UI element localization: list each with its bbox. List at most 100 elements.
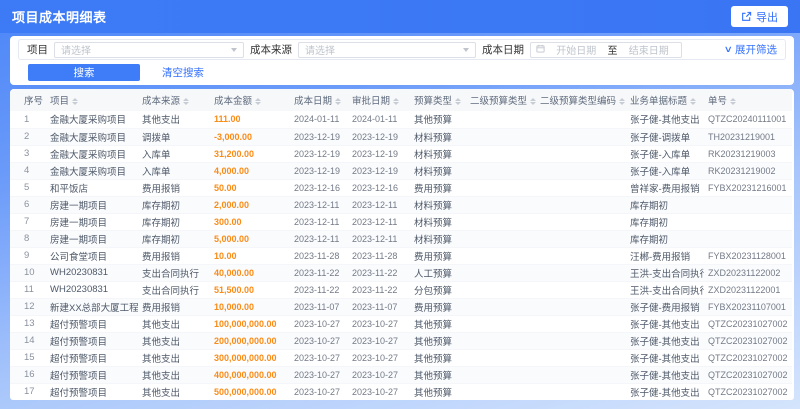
cell-source: 其他支出 (138, 366, 210, 384)
expand-filters-link[interactable]: ∨ 展开筛选 (724, 42, 777, 57)
column-label: 项目 (50, 96, 70, 107)
cell-budget_type: 分包预算 (410, 281, 466, 299)
column-header-sub_budget_type[interactable]: 二级预算类型 (466, 89, 536, 111)
cell-project: 超付预警项目 (46, 349, 138, 367)
cell-doc_no (704, 230, 792, 248)
column-header-source[interactable]: 成本来源 (138, 89, 210, 111)
export-label: 导出 (756, 11, 778, 24)
cell-doc_no: QTZC20231027002 (704, 383, 792, 400)
sort-icon[interactable] (335, 97, 342, 106)
cost-table: 序号 项目 成本来源 成本金额 成本日期 审批日期 预算类型 二级预算类型 二级预算类型编码 业务… (10, 89, 792, 400)
cell-doc_no: QTZC20231027002 (704, 349, 792, 367)
clear-search-button[interactable]: 清空搜索 (162, 65, 204, 80)
table-header-row: 序号 项目 成本来源 成本金额 成本日期 审批日期 预算类型 二级预算类型 二级预算类型编码 业务… (10, 89, 792, 111)
start-date-input[interactable]: 开始日期 (549, 42, 604, 57)
cell-seq: 8 (10, 230, 46, 248)
sort-icon[interactable] (530, 97, 536, 106)
cell-seq: 2 (10, 128, 46, 146)
sort-icon[interactable] (730, 97, 737, 106)
cell-budget_type: 其他预算 (410, 315, 466, 333)
cell-sub_budget_code (536, 281, 626, 299)
cell-budget_type: 材料预算 (410, 162, 466, 180)
cell-budget_type: 费用预算 (410, 298, 466, 316)
cost-source-select[interactable]: 请选择 (298, 41, 476, 58)
cell-doc_no: QTZC20231027002 (704, 315, 792, 333)
cell-budget_type: 其他预算 (410, 366, 466, 384)
sort-icon[interactable] (455, 97, 462, 106)
cell-doc_no (704, 196, 792, 214)
cell-doc_title: 张子健-入库单 (626, 145, 704, 163)
cell-doc_title: 张子健-调拨单 (626, 128, 704, 146)
cell-amount: 4,000.00 (210, 162, 290, 180)
column-header-cost_date[interactable]: 成本日期 (290, 89, 348, 111)
column-header-budget_type[interactable]: 预算类型 (410, 89, 466, 111)
cell-source: 费用报销 (138, 247, 210, 265)
cell-sub_budget_code (536, 264, 626, 282)
calendar-icon (536, 44, 545, 56)
cell-approval_date: 2023-11-22 (348, 264, 410, 282)
cell-project: 和平饭店 (46, 179, 138, 197)
cell-doc_title: 张子健-其他支出 (626, 349, 704, 367)
project-select[interactable]: 请选择 (54, 41, 244, 58)
cell-cost_date: 2024-01-11 (290, 111, 348, 129)
cell-source: 支出合同执行 (138, 281, 210, 299)
cell-sub_budget_type (466, 247, 536, 265)
cell-source: 其他支出 (138, 349, 210, 367)
search-button[interactable]: 搜索 (28, 64, 140, 81)
date-separator: 至 (607, 46, 618, 57)
column-label: 序号 (24, 96, 44, 107)
column-header-approval_date[interactable]: 审批日期 (348, 89, 410, 111)
column-label: 二级预算类型编码 (540, 96, 617, 107)
sort-icon[interactable] (255, 97, 262, 106)
table-row: 7 房建一期项目 库存期初 300.00 2023-12-11 2023-12-11 材料预… (10, 213, 792, 231)
export-button[interactable]: 导出 (731, 6, 788, 27)
cell-doc_no: ZXD20231122002 (704, 264, 792, 282)
cell-doc_no: QTZC20240111001 (704, 111, 792, 129)
sort-icon[interactable] (619, 97, 626, 106)
cell-budget_type: 材料预算 (410, 145, 466, 163)
table-row: 17 超付预警项目 其他支出 500,000,000.00 2023-10-27 2023… (10, 383, 792, 400)
cell-approval_date: 2023-12-11 (348, 213, 410, 231)
cell-seq: 5 (10, 179, 46, 197)
column-header-amount[interactable]: 成本金额 (210, 89, 290, 111)
column-header-seq: 序号 (10, 89, 46, 111)
cell-source: 支出合同执行 (138, 264, 210, 282)
end-date-input[interactable]: 结束日期 (622, 42, 677, 57)
cell-doc_no: TH20231219001 (704, 128, 792, 146)
cell-sub_budget_code (536, 298, 626, 316)
cell-cost_date: 2023-11-28 (290, 247, 348, 265)
cell-approval_date: 2023-12-11 (348, 230, 410, 248)
cell-cost_date: 2023-12-11 (290, 196, 348, 214)
cell-cost_date: 2023-11-07 (290, 298, 348, 316)
cell-project: 金融大厦采购项目 (46, 128, 138, 146)
column-header-project[interactable]: 项目 (46, 89, 138, 111)
cell-approval_date: 2023-12-19 (348, 145, 410, 163)
cell-doc_no: ZXD20231122001 (704, 281, 792, 299)
cell-amount: 100,000,000.00 (210, 315, 290, 333)
cell-approval_date: 2023-11-28 (348, 247, 410, 265)
cell-sub_budget_type (466, 298, 536, 316)
column-header-doc_title[interactable]: 业务单据标题 (626, 89, 704, 111)
column-header-sub_budget_code[interactable]: 二级预算类型编码 (536, 89, 626, 111)
cell-source: 库存期初 (138, 230, 210, 248)
cell-sub_budget_type (466, 179, 536, 197)
cell-cost_date: 2023-10-27 (290, 315, 348, 333)
sort-icon[interactable] (690, 97, 697, 106)
sort-icon[interactable] (72, 97, 79, 106)
cell-sub_budget_code (536, 332, 626, 350)
cell-budget_type: 材料预算 (410, 196, 466, 214)
cell-project: 金融大厦采购项目 (46, 145, 138, 163)
cell-approval_date: 2023-10-27 (348, 366, 410, 384)
cell-seq: 13 (10, 315, 46, 333)
cell-sub_budget_code (536, 315, 626, 333)
cell-budget_type: 费用预算 (410, 247, 466, 265)
cell-source: 费用报销 (138, 179, 210, 197)
column-header-doc_no[interactable]: 单号 (704, 89, 792, 111)
cell-approval_date: 2023-10-27 (348, 315, 410, 333)
sort-icon[interactable] (183, 97, 190, 106)
sort-icon[interactable] (393, 97, 400, 106)
cell-seq: 11 (10, 281, 46, 299)
cell-doc_no (704, 213, 792, 231)
cell-budget_type: 材料预算 (410, 230, 466, 248)
cell-doc_title: 张子健-入库单 (626, 162, 704, 180)
